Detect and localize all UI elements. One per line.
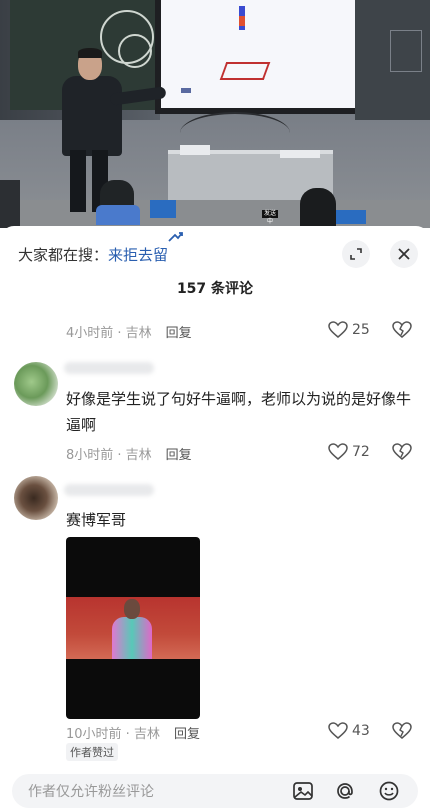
comment-time-location: 10小时前 · 吉林 — [66, 727, 160, 742]
close-icon — [398, 248, 410, 260]
heart-icon — [328, 722, 348, 739]
comment-text: 好像是学生说了句好牛逼啊，老师以为说的是好像牛逼啊 — [66, 390, 412, 434]
username-blurred[interactable] — [64, 362, 154, 374]
desk-item — [280, 150, 320, 158]
avatar[interactable] — [14, 476, 58, 520]
teacher-hair — [78, 48, 102, 58]
trending-arrow-icon[interactable] — [164, 226, 186, 248]
reply-button[interactable]: 回复 — [174, 727, 200, 742]
reply-button[interactable]: 回复 — [166, 326, 192, 341]
close-button[interactable] — [390, 240, 418, 268]
student — [300, 188, 336, 228]
expand-button[interactable] — [342, 240, 370, 268]
wall-frame — [390, 30, 422, 72]
comment-sheet: 大家都在搜：来拒去留 157 条评论 4小时前 · 吉林 回复 25 好像是学生说… — [0, 226, 430, 808]
chair — [150, 200, 176, 218]
like-count: 25 — [352, 322, 370, 338]
chalk-circle — [118, 34, 152, 68]
video-player[interactable]: 发送中 — [0, 0, 430, 228]
comment-time-location: 4小时前 · 吉林 — [66, 326, 152, 341]
screen-marker — [239, 6, 245, 30]
emoji-icon[interactable] — [378, 780, 400, 802]
mention-icon[interactable] — [334, 780, 356, 802]
dislike-button[interactable] — [392, 321, 412, 341]
like-count: 43 — [352, 723, 370, 739]
parallelogram-drawing — [219, 62, 271, 80]
broken-heart-icon — [392, 443, 412, 460]
screen-toolbar — [181, 88, 191, 93]
comments-count-title: 157 条评论 — [176, 281, 254, 297]
dislike-button[interactable] — [392, 722, 412, 742]
desk-item — [180, 145, 210, 155]
broken-heart-icon — [392, 321, 412, 338]
search-suggestion[interactable]: 大家都在搜：来拒去留 — [18, 244, 168, 266]
username-blurred[interactable] — [64, 484, 154, 496]
avatar[interactable] — [14, 362, 58, 406]
projector-screen — [155, 0, 367, 114]
comment-input-placeholder: 作者仅允许粉丝评论 — [28, 784, 154, 800]
search-link[interactable]: 来拒去留 — [108, 246, 168, 264]
comment-meta: 4小时前 · 吉林 回复 — [66, 322, 192, 341]
teacher — [62, 76, 122, 156]
comment-meta: 10小时前 · 吉林 回复 — [66, 723, 200, 742]
chair — [336, 210, 366, 224]
thumbnail-person — [112, 599, 152, 659]
author-liked-badge: 作者赞过 — [66, 743, 118, 761]
comment-video-thumbnail[interactable] — [66, 537, 200, 719]
search-prefix: 大家都在搜： — [18, 246, 109, 264]
like-count: 72 — [352, 444, 370, 460]
broken-heart-icon — [392, 722, 412, 739]
comment-input[interactable]: 作者仅允许粉丝评论 — [12, 774, 418, 808]
thumbnail-person-face — [124, 599, 140, 619]
video-sticker: 发送中 — [262, 210, 278, 225]
reply-button[interactable]: 回复 — [166, 448, 192, 463]
comment-meta: 8小时前 · 吉林 回复 — [66, 444, 192, 463]
student — [0, 180, 20, 228]
comment-text: 赛博军哥 — [66, 511, 127, 529]
dislike-button[interactable] — [392, 443, 412, 463]
image-icon[interactable] — [292, 780, 314, 802]
comment-time-location: 8小时前 · 吉林 — [66, 448, 152, 463]
teacher-leg — [70, 150, 86, 212]
heart-icon — [328, 443, 348, 460]
thumbnail-person-body — [112, 617, 152, 659]
heart-icon — [328, 321, 348, 338]
student-shirt — [96, 205, 140, 225]
expand-icon — [350, 248, 362, 260]
